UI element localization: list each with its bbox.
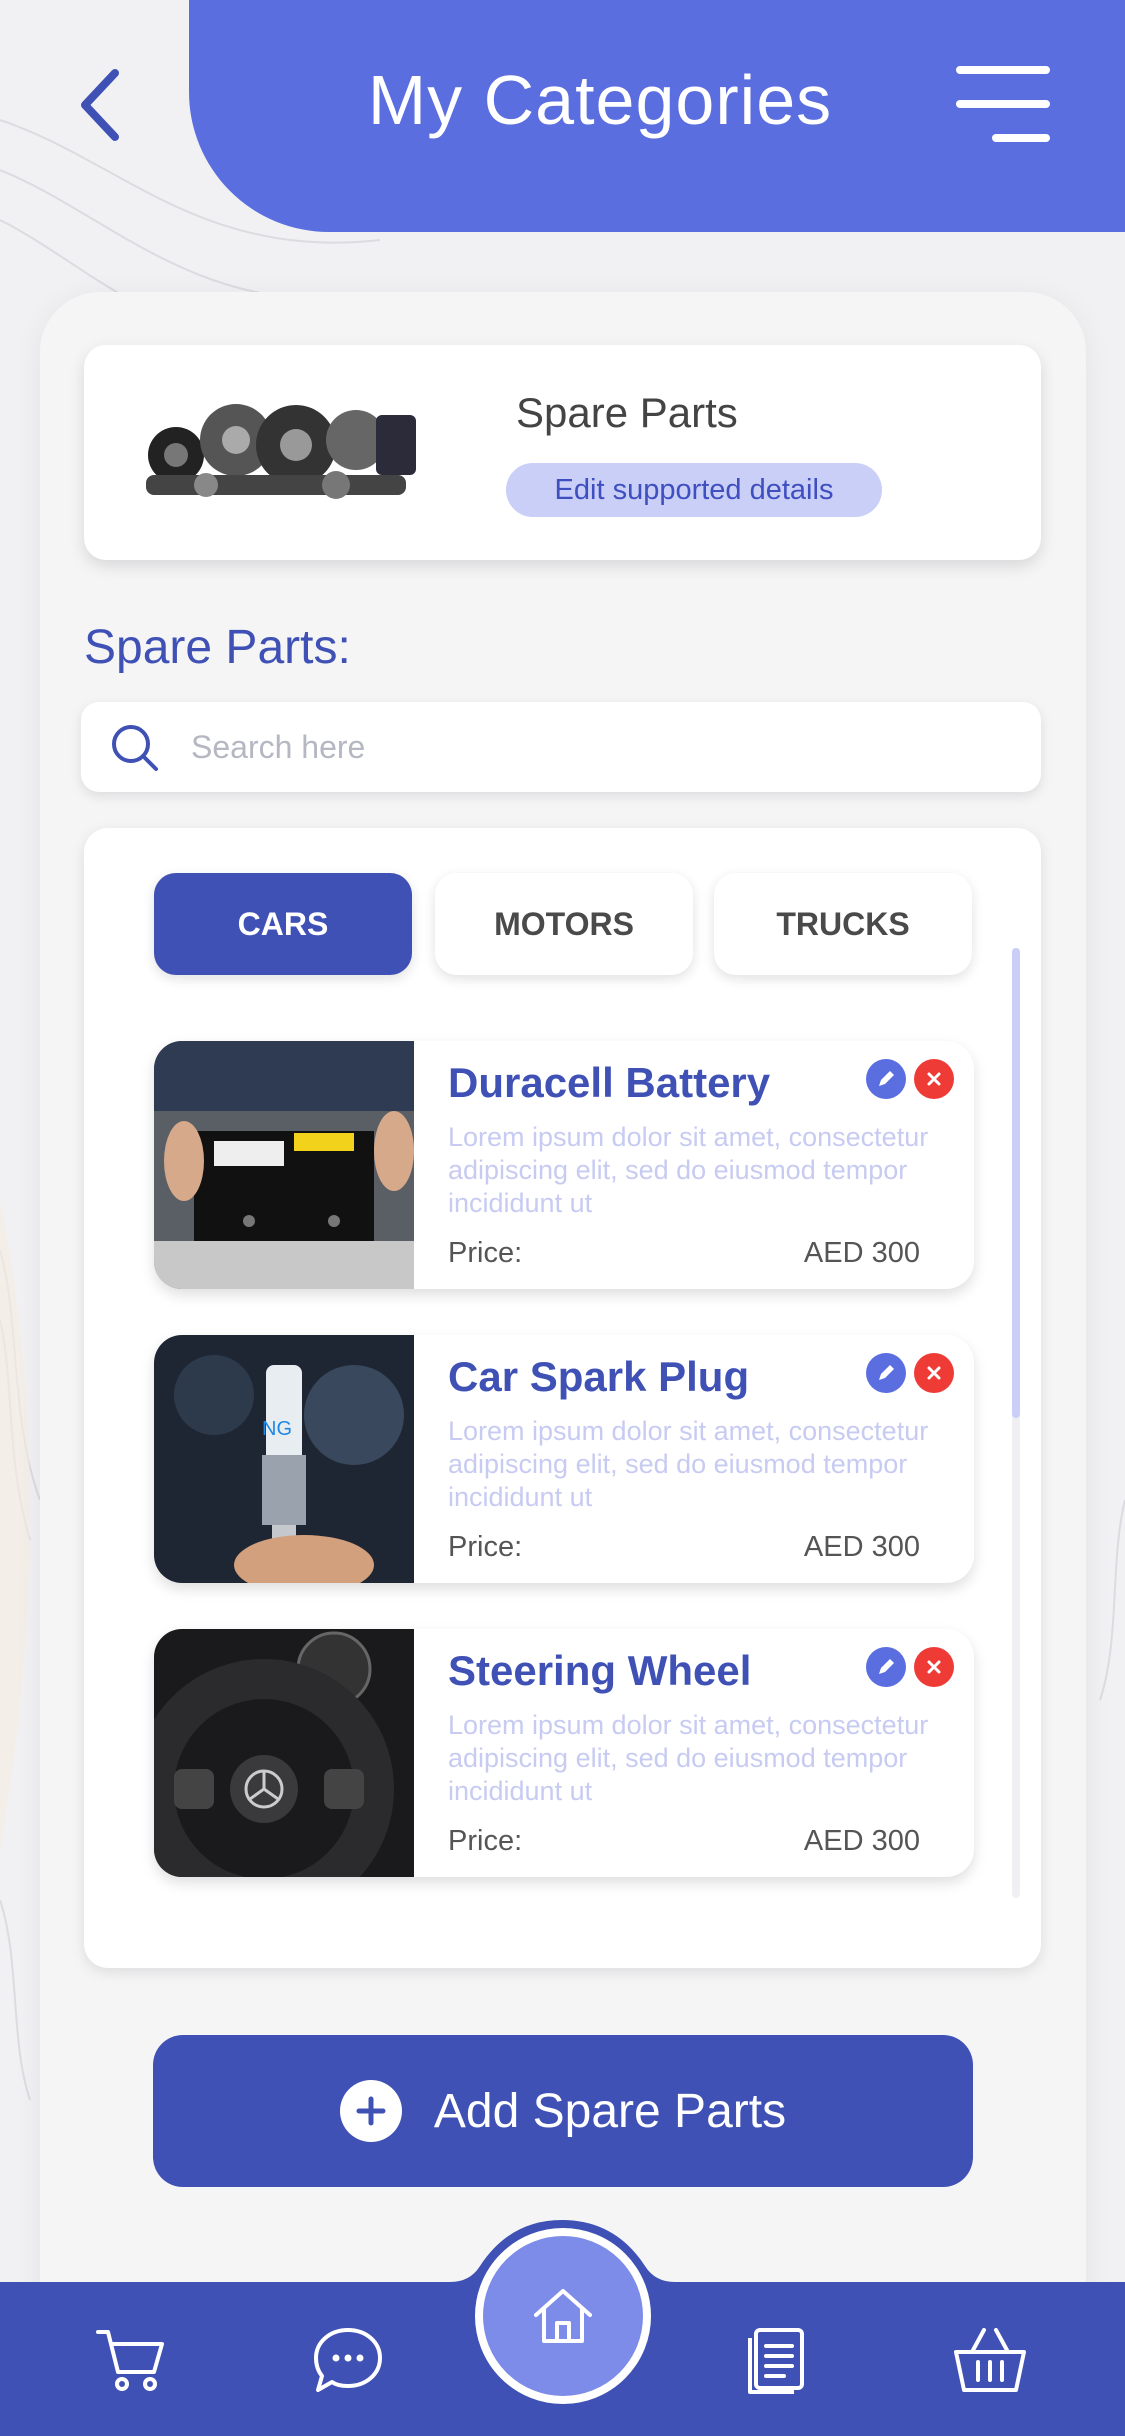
close-icon [927, 1660, 941, 1674]
tab-cars[interactable]: CARS [154, 873, 412, 975]
price-value: AED 300 [803, 1531, 920, 1563]
close-icon [927, 1072, 941, 1086]
search-icon [112, 725, 158, 771]
product-name: Steering Wheel [448, 1647, 752, 1694]
scrollbar[interactable] [1012, 948, 1020, 1898]
car-battery-image [154, 1041, 414, 1289]
plus-icon [339, 2080, 402, 2142]
edit-icon[interactable] [866, 1353, 906, 1393]
price-label: Price: [448, 1531, 523, 1563]
product-description: Lorem ipsum dolor sit amet, consectetur … [448, 1122, 929, 1218]
price-value: AED 300 [803, 1237, 920, 1269]
product-card[interactable]: NG Car Spark Plug Lorem ipsum dolor sit … [154, 1335, 974, 1583]
close-icon [927, 1366, 941, 1380]
basket-icon[interactable] [952, 2322, 1028, 2398]
pencil-icon [879, 1071, 894, 1086]
product-description: Lorem ipsum dolor sit amet, consectetur … [448, 1416, 929, 1512]
page-title: My Categories [367, 61, 833, 139]
edit-icon[interactable] [866, 1059, 906, 1099]
steering-wheel-image [154, 1629, 414, 1877]
tab-motors[interactable]: MOTORS [435, 873, 693, 975]
delete-icon[interactable] [914, 1059, 954, 1099]
svg-text:NG: NG [262, 1418, 292, 1440]
product-card[interactable]: Duracell Battery Lorem ipsum dolor sit a… [154, 1041, 974, 1289]
product-description: Lorem ipsum dolor sit amet, consectetur … [448, 1710, 929, 1806]
product-name: Car Spark Plug [448, 1353, 750, 1400]
product-name: Duracell Battery [448, 1059, 771, 1106]
edit-icon[interactable] [866, 1647, 906, 1687]
pencil-icon [879, 1659, 894, 1674]
pencil-icon [879, 1365, 894, 1380]
scrollbar-thumb[interactable] [1012, 948, 1020, 1418]
add-button-label: Add Spare Parts [433, 2084, 787, 2138]
delete-icon[interactable] [914, 1353, 954, 1393]
spare-parts-image [146, 404, 416, 499]
add-spare-parts-button[interactable]: Add Spare Parts [153, 2035, 973, 2187]
price-value: AED 300 [803, 1825, 920, 1857]
edit-details-button[interactable]: Edit supported details [506, 463, 882, 517]
search-box[interactable] [81, 702, 1041, 792]
category-name: Spare Parts [516, 389, 738, 436]
menu-icon [956, 66, 1050, 74]
delete-icon[interactable] [914, 1647, 954, 1687]
home-icon [534, 2289, 592, 2343]
home-button[interactable] [475, 2228, 651, 2404]
price-label: Price: [448, 1237, 523, 1269]
chevron-left-icon [81, 69, 119, 141]
product-card[interactable]: Steering Wheel Lorem ipsum dolor sit ame… [154, 1629, 974, 1877]
tab-trucks[interactable]: TRUCKS [714, 873, 972, 975]
orders-icon[interactable] [738, 2322, 814, 2398]
back-button[interactable] [60, 60, 140, 150]
chat-icon[interactable] [310, 2322, 386, 2398]
spark-plug-image: NG [154, 1335, 414, 1583]
cart-icon[interactable] [92, 2322, 168, 2398]
price-label: Price: [448, 1825, 523, 1857]
section-heading: Spare Parts: [84, 621, 351, 674]
category-card[interactable]: Spare Parts Edit supported details [84, 345, 1041, 560]
search-input[interactable] [191, 702, 1011, 792]
product-list-panel: CARS MOTORS TRUCKS Duracell Battery Lore… [84, 828, 1041, 1968]
menu-button[interactable] [950, 66, 1050, 142]
